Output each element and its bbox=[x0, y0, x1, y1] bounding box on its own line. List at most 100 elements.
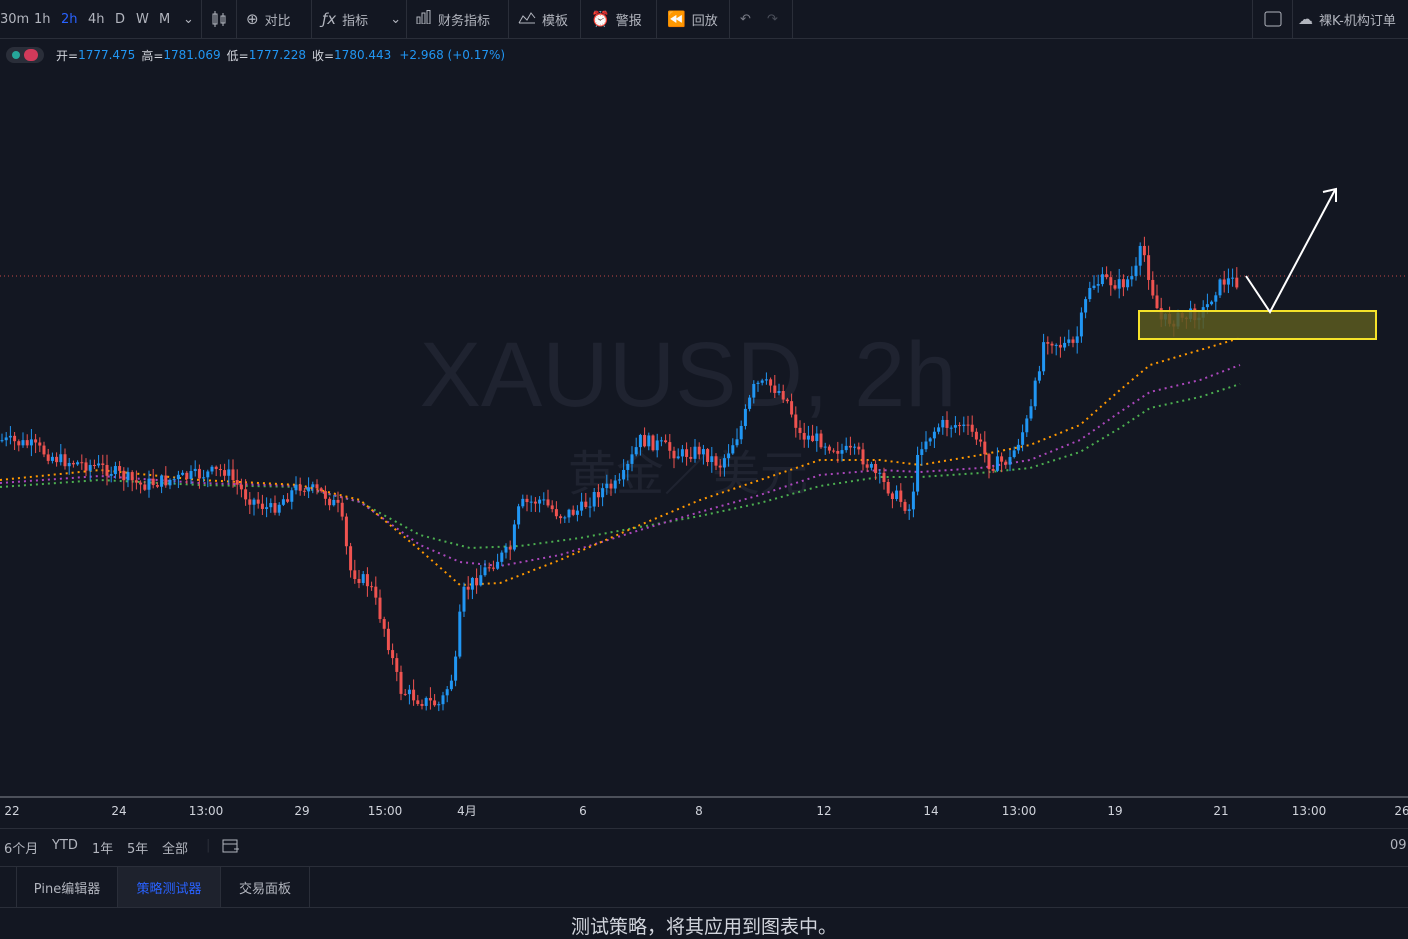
candle-body bbox=[1205, 304, 1209, 308]
candle-body bbox=[609, 483, 613, 489]
candle-body bbox=[794, 414, 798, 428]
candle-body bbox=[983, 441, 987, 455]
candles-group bbox=[0, 236, 1239, 712]
candle-body bbox=[748, 397, 752, 409]
replay-button[interactable]: ⏪ 回放 bbox=[667, 0, 718, 38]
candle-body bbox=[664, 440, 668, 443]
tab-pine-editor[interactable]: Pine编辑器 bbox=[17, 867, 118, 907]
time-axis-label: 22 bbox=[4, 804, 19, 818]
top-toolbar: 30m 1h 2h 4h D W M ⌄ ⊕ 对比 ƒx 指标 ⌄ 财务指标 模板 … bbox=[0, 0, 1408, 39]
interval-1h[interactable]: 1h bbox=[34, 0, 51, 38]
interval-4h[interactable]: 4h bbox=[88, 0, 105, 38]
candle-body bbox=[357, 579, 361, 583]
candle-body bbox=[886, 481, 890, 494]
candle-body bbox=[1222, 279, 1226, 285]
candle-body bbox=[580, 501, 584, 511]
candle-body bbox=[160, 475, 164, 487]
time-axis: 22 24 13:00 29 15:00 4月 6 8 12 14 13:00 19 21 13:00 26 bbox=[4, 804, 1408, 818]
time-axis-label: 14 bbox=[923, 804, 938, 818]
candle-body bbox=[899, 490, 903, 502]
compare-button[interactable]: ⊕ 对比 bbox=[246, 0, 291, 38]
candle-body bbox=[920, 449, 924, 455]
candle-body bbox=[890, 493, 894, 500]
candle-body bbox=[164, 475, 168, 486]
range-ytd[interactable]: YTD bbox=[52, 838, 78, 853]
candle-body bbox=[756, 382, 760, 384]
time-axis-label: 4月 bbox=[457, 804, 477, 818]
candle-body bbox=[269, 503, 273, 508]
candle-body bbox=[428, 697, 432, 701]
templates-button[interactable]: 模板 bbox=[518, 0, 568, 38]
time-axis-label: 8 bbox=[695, 804, 703, 818]
interval-dropdown-icon[interactable]: ⌄ bbox=[183, 0, 194, 38]
candle-body bbox=[974, 431, 978, 440]
time-axis-label: 19 bbox=[1107, 804, 1122, 818]
candle-body bbox=[67, 462, 71, 467]
range-1y[interactable]: 1年 bbox=[92, 838, 113, 857]
candle-body bbox=[706, 449, 710, 462]
candle-body bbox=[643, 434, 647, 447]
candle-body bbox=[1004, 461, 1008, 465]
interval-m[interactable]: M bbox=[159, 0, 170, 38]
candle-body bbox=[815, 433, 819, 442]
candle-body bbox=[151, 478, 155, 486]
candle-body bbox=[1126, 279, 1130, 288]
interval-w[interactable]: W bbox=[136, 0, 149, 38]
candle-body bbox=[525, 498, 529, 503]
support-zone-box[interactable] bbox=[1138, 310, 1377, 340]
candle-body bbox=[655, 440, 659, 451]
candle-body bbox=[349, 546, 353, 571]
candle-body bbox=[584, 501, 588, 508]
candle-body bbox=[508, 546, 512, 550]
layout-name-button[interactable]: ☁ 裸K-机构订单 bbox=[1298, 0, 1396, 38]
fullscreen-icon[interactable] bbox=[1264, 0, 1282, 38]
goto-date-icon[interactable] bbox=[222, 838, 240, 858]
candle-body bbox=[773, 385, 777, 393]
candle-body bbox=[479, 575, 483, 586]
candle-body bbox=[869, 463, 873, 468]
candle-body bbox=[1079, 312, 1083, 337]
undo-icon[interactable]: ↶ bbox=[740, 0, 751, 38]
indicators-button[interactable]: ƒx 指标 ⌄ bbox=[322, 0, 401, 38]
range-5y[interactable]: 5年 bbox=[127, 838, 148, 857]
financials-button[interactable]: 财务指标 bbox=[416, 0, 490, 38]
candle-body bbox=[1058, 344, 1062, 348]
candle-body bbox=[718, 465, 722, 468]
range-all[interactable]: 全部 bbox=[162, 838, 188, 857]
range-6m[interactable]: 6个月 bbox=[4, 838, 38, 857]
tab-trading-panel[interactable]: 交易面板 bbox=[221, 867, 310, 907]
candle-body bbox=[1155, 295, 1159, 309]
interval-d[interactable]: D bbox=[115, 0, 125, 38]
candle-body bbox=[689, 456, 693, 459]
candle-body bbox=[848, 445, 852, 448]
redo-icon[interactable]: ↷ bbox=[767, 0, 778, 38]
candle-body bbox=[668, 442, 672, 451]
candle-body bbox=[42, 445, 46, 455]
candle-body bbox=[1138, 245, 1142, 266]
candle-body bbox=[907, 509, 911, 511]
candle-body bbox=[941, 419, 945, 428]
candle-body bbox=[567, 509, 571, 518]
candle-body bbox=[139, 482, 143, 485]
projection-arrow[interactable] bbox=[1245, 189, 1336, 314]
candle-body bbox=[412, 689, 416, 701]
interval-2h[interactable]: 2h bbox=[61, 0, 78, 38]
tab-strategy-tester[interactable]: 策略测试器 bbox=[118, 867, 221, 907]
interval-30m[interactable]: 30m bbox=[0, 0, 29, 38]
candle-body bbox=[437, 704, 441, 706]
candle-body bbox=[193, 468, 197, 472]
time-axis-label: 13:00 bbox=[189, 804, 224, 818]
candle-body bbox=[4, 437, 8, 441]
candle-style-icon[interactable] bbox=[211, 0, 227, 38]
candle-body bbox=[281, 499, 285, 505]
candle-body bbox=[953, 425, 957, 428]
alerts-button[interactable]: ⏰ 警报 bbox=[591, 0, 642, 38]
chevron-down-icon[interactable]: ⌄ bbox=[390, 12, 401, 27]
candle-body bbox=[126, 472, 130, 481]
price-chart[interactable]: XAUUSD, 2h 黄金／美元 22 24 13:00 29 15:00 4月 6 8 12 1… bbox=[0, 40, 1408, 826]
time-axis-label: 26 bbox=[1394, 804, 1408, 818]
candle-body bbox=[1142, 245, 1146, 256]
candle-body bbox=[231, 469, 235, 480]
candle-body bbox=[844, 445, 848, 451]
candle-body bbox=[559, 516, 563, 519]
